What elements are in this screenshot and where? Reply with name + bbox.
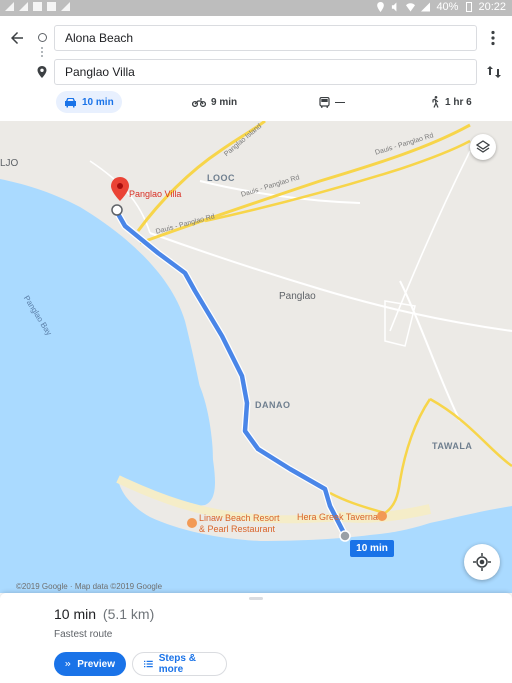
- map-view[interactable]: LJO LOOC Panglao DANAO TAWALA Panglao Ba…: [0, 121, 512, 593]
- map-copyright: ©2019 Google · Map data ©2019 Google: [16, 582, 163, 591]
- battery-percent: 40%: [436, 1, 459, 13]
- clock: 20:22: [478, 1, 506, 13]
- signal-icon: [61, 2, 70, 11]
- back-arrow-icon[interactable]: [8, 29, 26, 47]
- route-summary: 10 min (5.1 km): [54, 606, 154, 622]
- swap-direction-icon[interactable]: [486, 64, 502, 80]
- mode-label-transit: —: [335, 96, 345, 108]
- mode-tab-walking[interactable]: 1 hr 6: [431, 91, 472, 113]
- route-duration-chip[interactable]: 10 min: [350, 540, 394, 557]
- my-location-button[interactable]: [464, 544, 500, 580]
- transit-icon: [319, 96, 330, 108]
- app-notification-icon: [47, 2, 56, 11]
- map-label-danao: DANAO: [255, 400, 291, 410]
- route-end-marker: [339, 530, 351, 542]
- origin-circle-icon: [38, 33, 47, 42]
- poi-label-line: & Pearl Restaurant: [199, 524, 276, 534]
- wifi-icon: [406, 3, 416, 12]
- mute-icon: [392, 2, 397, 12]
- layers-icon: [476, 140, 490, 153]
- mode-tab-transit[interactable]: —: [319, 91, 345, 113]
- poi-label-hera[interactable]: Hera Greek Taverna: [297, 512, 378, 523]
- map-label-tawala: TAWALA: [432, 441, 473, 451]
- poi-label-linaw[interactable]: Linaw Beach Resort & Pearl Restaurant: [199, 513, 280, 535]
- mode-label-motorcycle: 9 min: [211, 96, 238, 108]
- steps-button-label: Steps & more: [158, 653, 196, 675]
- walk-icon: [432, 96, 439, 108]
- more-options-icon[interactable]: [490, 30, 496, 46]
- layers-button[interactable]: [470, 134, 496, 160]
- map-label-looc: LOOC: [207, 173, 235, 183]
- route-summary-sheet[interactable]: 10 min (5.1 km) Fastest route Preview St…: [0, 593, 512, 683]
- route-distance: (5.1 km): [102, 606, 155, 622]
- travel-mode-bar: 10 min 9 min — 1 hr 6: [0, 91, 512, 115]
- steps-button[interactable]: Steps & more: [132, 652, 227, 676]
- route-subtitle: Fastest route: [54, 629, 113, 640]
- mode-tab-motorcycle[interactable]: 9 min: [192, 91, 237, 113]
- route-duration: 10 min: [54, 606, 97, 622]
- poi-label-line: Linaw Beach Resort: [199, 513, 280, 523]
- map-label-panglao: Panglao: [279, 291, 316, 302]
- preview-button[interactable]: Preview: [54, 652, 126, 676]
- poi-restaurant-icon[interactable]: [377, 511, 387, 521]
- double-chevron-icon: [65, 661, 71, 667]
- route-dots-icon: [41, 47, 44, 57]
- battery-icon: [466, 2, 473, 12]
- notification-icons: [5, 2, 70, 11]
- mode-tab-driving[interactable]: 10 min: [56, 91, 122, 113]
- map-label-ljo: LJO: [0, 158, 19, 169]
- mode-label-driving: 10 min: [82, 96, 114, 108]
- origin-field[interactable]: Alona Beach: [54, 25, 477, 51]
- image-notification-icon: [33, 2, 42, 11]
- crosshair-icon: [473, 553, 491, 571]
- directions-header: Alona Beach Panglao Villa 10 min 9 min —…: [0, 16, 512, 121]
- list-icon: [144, 660, 153, 668]
- preview-button-label: Preview: [77, 658, 115, 670]
- sheet-drag-handle[interactable]: [249, 597, 263, 600]
- cell-signal-icon: [421, 2, 431, 12]
- signal-icon: [5, 2, 14, 11]
- destination-field[interactable]: Panglao Villa: [54, 59, 477, 85]
- destination-marker-label[interactable]: Panglao Villa: [129, 189, 181, 199]
- motorcycle-icon: [192, 97, 206, 107]
- status-bar: 40% 20:22: [0, 0, 512, 16]
- mode-label-walking: 1 hr 6: [445, 96, 472, 108]
- location-status-icon: [377, 2, 385, 12]
- destination-pin-icon: [37, 66, 47, 78]
- car-icon: [65, 97, 76, 107]
- route-start-marker: [111, 204, 123, 216]
- poi-restaurant-icon[interactable]: [187, 518, 197, 528]
- signal-icon: [19, 2, 28, 11]
